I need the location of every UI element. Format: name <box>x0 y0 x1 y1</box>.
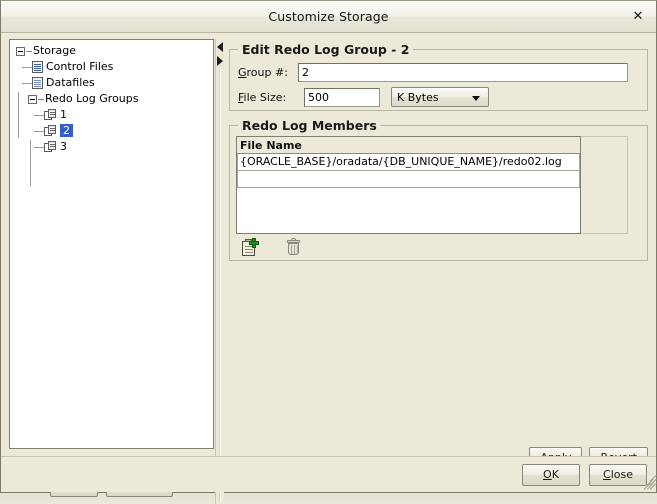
control-file-icon <box>32 61 43 73</box>
triangle-left-icon[interactable] <box>217 42 223 52</box>
close-icon[interactable]: ✕ <box>623 3 653 30</box>
tree-node-control-files[interactable]: Control Files <box>14 59 213 75</box>
file-size-unit-select[interactable]: K Bytes <box>391 87 489 107</box>
file-size-label-text: ile Size: <box>244 91 287 104</box>
tree-node-redo-group-3-label: 3 <box>60 140 67 153</box>
file-size-unit-value: K Bytes <box>397 91 439 104</box>
close-button[interactable]: Close <box>589 464 647 486</box>
tree-node-redo-log-groups[interactable]: Redo Log Groups <box>14 91 213 107</box>
file-size-label: File Size: <box>238 91 304 104</box>
panel-splitter[interactable] <box>215 39 224 504</box>
group-number-input[interactable]: 2 <box>298 63 628 82</box>
expander-redo-log-groups-icon[interactable] <box>28 95 37 104</box>
group-number-label-text: roup #: <box>247 66 288 79</box>
tree-node-redo-group-1-label: 1 <box>60 108 67 121</box>
member-action-buttons <box>240 238 304 257</box>
group-number-row: Group #: 2 <box>238 63 628 82</box>
redo-log-group-icon <box>44 141 57 153</box>
ok-button[interactable]: OK <box>522 464 580 486</box>
splitter-track <box>219 69 221 502</box>
tree-node-redo-group-3[interactable]: 3 <box>14 139 213 155</box>
ok-button-mnemonic: O <box>543 468 552 481</box>
tree-node-redo-group-1[interactable]: 1 <box>14 107 213 123</box>
dialog-title: Customize Storage <box>268 9 388 24</box>
dialog-body: Storage Control Files Datafiles Redo Log… <box>1 33 656 492</box>
storage-tree-panel[interactable]: Storage Control Files Datafiles Redo Log… <box>9 39 214 449</box>
close-button-label: lose <box>611 468 633 481</box>
close-button-mnemonic: C <box>603 468 611 481</box>
ok-button-label: K <box>552 468 559 481</box>
redo-log-group-icon <box>44 125 57 137</box>
tree-node-control-files-label: Control Files <box>46 60 113 73</box>
tree-node-redo-log-groups-label: Redo Log Groups <box>45 92 139 105</box>
dialog-footer: OK Close <box>1 456 656 492</box>
tree-node-redo-group-2-label: 2 <box>60 124 73 137</box>
storage-tree: Storage Control Files Datafiles Redo Log… <box>10 40 213 155</box>
file-size-input[interactable]: 500 <box>304 88 380 107</box>
group-number-label-mnemonic: G <box>238 66 247 79</box>
table-row[interactable] <box>237 171 580 188</box>
table-header-file-name: File Name <box>237 137 580 154</box>
redo-log-group-icon <box>44 109 57 121</box>
tree-node-datafiles[interactable]: Datafiles <box>14 75 213 91</box>
group-number-label: Group #: <box>238 66 298 79</box>
chevron-down-icon <box>472 96 480 101</box>
edit-group-box: Edit Redo Log Group - 2 Group #: 2 File … <box>229 49 648 111</box>
table-filler-area <box>581 136 628 234</box>
customize-storage-dialog: Customize Storage ✕ Storage Control File… <box>0 0 657 493</box>
redo-log-group-editor: Edit Redo Log Group - 2 Group #: 2 File … <box>229 39 648 486</box>
tree-node-redo-group-2[interactable]: 2 <box>14 123 213 139</box>
file-size-row: File Size: 500 K Bytes <box>238 87 628 107</box>
datafile-icon <box>32 77 43 89</box>
delete-member-icon[interactable] <box>284 238 304 257</box>
triangle-right-icon[interactable] <box>217 56 223 66</box>
expander-storage-icon[interactable] <box>16 47 25 56</box>
add-member-icon[interactable] <box>240 238 260 257</box>
redo-log-members-title: Redo Log Members <box>238 118 381 133</box>
edit-group-title: Edit Redo Log Group - 2 <box>238 42 413 57</box>
tree-node-storage-label: Storage <box>33 44 76 57</box>
redo-log-members-box: Redo Log Members File Name {ORACLE_BASE}… <box>229 125 648 261</box>
dialog-titlebar: Customize Storage ✕ <box>1 1 656 33</box>
tree-node-storage[interactable]: Storage <box>14 43 213 59</box>
table-row[interactable]: {ORACLE_BASE}/oradata/{DB_UNIQUE_NAME}/r… <box>237 154 580 171</box>
tree-node-datafiles-label: Datafiles <box>46 76 95 89</box>
resize-grip-icon[interactable] <box>642 479 654 491</box>
redo-log-members-table[interactable]: File Name {ORACLE_BASE}/oradata/{DB_UNIQ… <box>236 136 581 234</box>
